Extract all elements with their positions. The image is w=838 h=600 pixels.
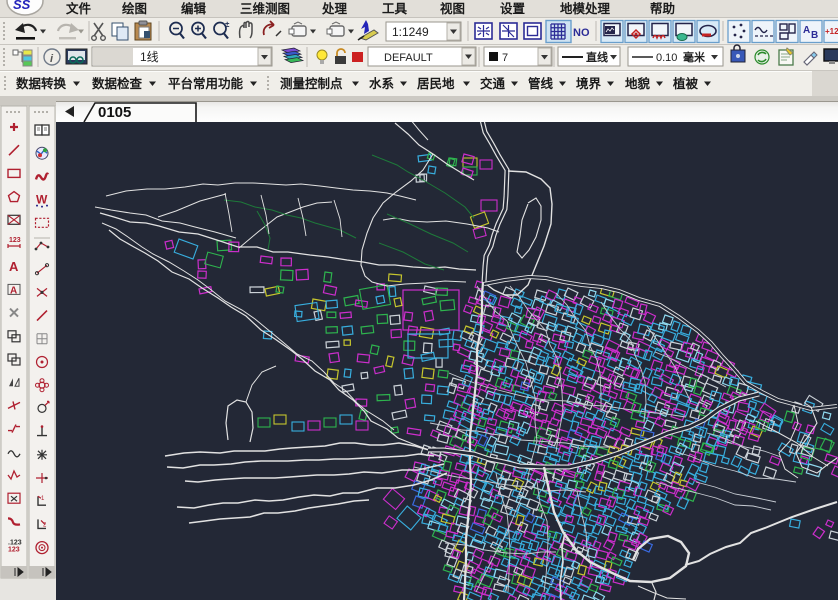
svg-text:三维测图: 三维测图 — [240, 1, 290, 16]
svg-text:±: ± — [225, 20, 230, 29]
svg-text:文件: 文件 — [66, 1, 92, 16]
svg-text:+123: +123 — [825, 27, 838, 36]
svg-text:A: A — [803, 25, 810, 36]
svg-text:.123: .123 — [8, 540, 22, 547]
svg-text:视图: 视图 — [440, 1, 465, 16]
svg-text:1线: 1线 — [140, 50, 159, 64]
svg-text:编辑: 编辑 — [181, 1, 207, 16]
svg-text:B: B — [811, 30, 818, 41]
svg-text:工具: 工具 — [382, 2, 408, 16]
svg-text:水系: 水系 — [369, 76, 395, 91]
svg-text:A: A — [9, 259, 19, 274]
svg-text:SS: SS — [13, 0, 31, 12]
svg-text:设置: 设置 — [500, 1, 526, 16]
svg-text:7: 7 — [502, 52, 508, 64]
svg-text:123: 123 — [9, 237, 21, 244]
svg-text:0105: 0105 — [98, 104, 131, 121]
svg-text:W: W — [36, 193, 48, 207]
svg-text:帮助: 帮助 — [650, 1, 675, 16]
svg-text:毫米: 毫米 — [683, 50, 706, 64]
svg-text:地貌: 地貌 — [625, 76, 651, 91]
svg-text:绘图: 绘图 — [122, 1, 147, 16]
svg-text:植被: 植被 — [672, 76, 699, 91]
svg-text:境界: 境界 — [576, 76, 602, 91]
svg-text:NO: NO — [573, 27, 590, 39]
svg-text:处理: 处理 — [321, 1, 348, 16]
svg-text:0.10: 0.10 — [656, 52, 677, 64]
svg-text:平台常用功能: 平台常用功能 — [168, 76, 244, 91]
svg-text:数据检查: 数据检查 — [91, 76, 143, 91]
svg-text:居民地: 居民地 — [417, 76, 455, 91]
svg-text:DEFAULT: DEFAULT — [384, 52, 433, 64]
svg-text:交通: 交通 — [480, 76, 506, 91]
svg-text:数据转换: 数据转换 — [15, 76, 67, 91]
svg-text:123: 123 — [8, 547, 20, 554]
svg-text:地模处理: 地模处理 — [560, 1, 611, 16]
svg-text:A: A — [10, 285, 17, 296]
svg-text:管线: 管线 — [528, 76, 554, 91]
svg-text:测量控制点: 测量控制点 — [280, 76, 343, 91]
svg-text:直线: 直线 — [586, 50, 608, 64]
svg-text:1:1249: 1:1249 — [392, 25, 429, 39]
